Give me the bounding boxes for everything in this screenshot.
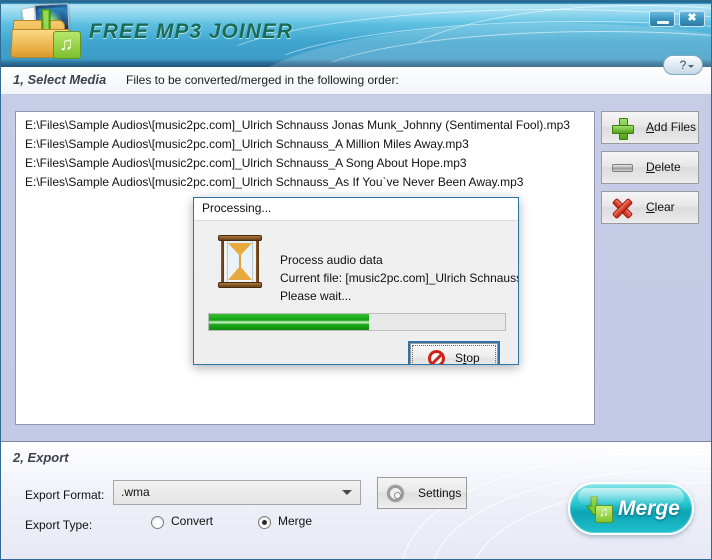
step1-hint: Files to be converted/merged in the foll… bbox=[126, 73, 399, 87]
settings-label: Settings bbox=[418, 486, 462, 500]
chevron-down-icon bbox=[342, 490, 352, 495]
export-type-label: Export Type: bbox=[25, 518, 93, 532]
logo-music-note-icon bbox=[53, 31, 81, 59]
settings-button[interactable]: Settings bbox=[377, 477, 467, 509]
progress-bar bbox=[208, 313, 506, 331]
radio-indicator bbox=[258, 516, 271, 529]
step2-label: 2, Export bbox=[13, 450, 69, 465]
clear-button[interactable]: Clear bbox=[601, 191, 699, 224]
gear-icon bbox=[387, 485, 404, 502]
close-button[interactable]: ✖ bbox=[679, 10, 705, 27]
application-window: FREE MP3 JOINER ✖ 1, Select Media Files … bbox=[0, 0, 712, 560]
radio-merge-label: Merge bbox=[278, 514, 313, 528]
chevron-down-icon bbox=[688, 65, 694, 68]
hourglass-icon bbox=[218, 235, 262, 289]
merge-icon bbox=[584, 495, 614, 524]
minimize-button[interactable] bbox=[649, 10, 675, 27]
add-files-button[interactable]: Add Files bbox=[601, 111, 699, 144]
list-item[interactable]: E:\Files\Sample Audios\[music2pc.com]_Ul… bbox=[16, 135, 594, 154]
radio-convert-label: Convert bbox=[171, 514, 214, 528]
progress-bar-fill bbox=[209, 314, 369, 330]
radio-indicator bbox=[151, 516, 164, 529]
merge-button-label: Merge bbox=[618, 497, 680, 520]
list-item[interactable]: E:\Files\Sample Audios\[music2pc.com]_Ul… bbox=[16, 154, 594, 173]
dialog-line-3: Please wait... bbox=[280, 289, 352, 303]
help-button[interactable]: ? bbox=[663, 55, 703, 75]
dialog-line-2: Current file: [music2pc.com]_Ulrich Schn… bbox=[280, 271, 519, 285]
dialog-line-1: Process audio data bbox=[280, 253, 383, 267]
dialog-content: Process audio data Current file: [music2… bbox=[194, 221, 518, 364]
app-logo-icon bbox=[9, 3, 87, 65]
list-item[interactable]: E:\Files\Sample Audios\[music2pc.com]_Ul… bbox=[16, 112, 594, 135]
minus-icon bbox=[612, 164, 633, 172]
dialog-titlebar: Processing... bbox=[194, 198, 518, 221]
header-wave-band bbox=[241, 23, 711, 67]
stop-icon bbox=[428, 350, 445, 364]
clear-label: Clear bbox=[646, 200, 675, 214]
export-format-select[interactable]: .wma bbox=[113, 480, 361, 505]
dialog-title: Processing... bbox=[202, 201, 272, 215]
export-format-label: Export Format: bbox=[25, 488, 105, 502]
app-header: FREE MP3 JOINER ✖ bbox=[1, 1, 711, 67]
processing-dialog: Processing... Process audio data Current… bbox=[193, 197, 519, 365]
merge-button[interactable]: Merge bbox=[568, 482, 694, 535]
header-wave-2 bbox=[251, 21, 711, 67]
step1-label: 1, Select Media bbox=[13, 72, 107, 87]
stop-button[interactable]: Stop bbox=[408, 341, 500, 365]
header-wave-3 bbox=[301, 31, 711, 67]
app-title: FREE MP3 JOINER bbox=[89, 20, 294, 43]
list-item[interactable]: E:\Files\Sample Audios\[music2pc.com]_Ul… bbox=[16, 173, 594, 192]
add-files-label: Add Files bbox=[646, 120, 697, 134]
stop-label: Stop bbox=[455, 351, 480, 365]
plus-icon bbox=[612, 118, 634, 140]
delete-button[interactable]: Delete bbox=[601, 151, 699, 184]
step1-bar: 1, Select Media Files to be converted/me… bbox=[1, 67, 711, 95]
close-icon: ✖ bbox=[687, 12, 697, 24]
export-format-value: .wma bbox=[121, 485, 150, 499]
x-icon bbox=[611, 197, 634, 220]
help-label: ? bbox=[679, 58, 687, 72]
delete-label: Delete bbox=[646, 160, 681, 174]
